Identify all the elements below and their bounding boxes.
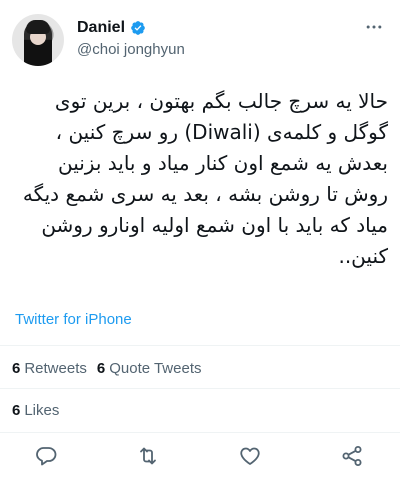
quote-tweets-count: 6 <box>96 360 106 377</box>
likes-stats-row: 6 Likes <box>12 402 65 419</box>
likes-stat[interactable]: 6 Likes <box>12 402 59 419</box>
tweet-text: حالا یه سرچ جالب بگم بهتون ، برین توی گو… <box>22 89 388 268</box>
tweet-actions-bar <box>0 440 400 472</box>
tweet-header: Daniel @choi jonghyun <box>0 0 400 74</box>
likes-count: 6 <box>12 402 21 419</box>
retweet-stats-row: 6 Retweets 6 Quote Tweets <box>12 360 208 377</box>
divider <box>0 432 400 433</box>
quote-tweets-stat[interactable]: 6 Quote Tweets <box>97 360 202 377</box>
retweets-count: 6 <box>12 360 21 377</box>
avatar[interactable] <box>12 14 64 66</box>
heart-icon[interactable] <box>238 444 262 468</box>
more-options-icon[interactable] <box>364 17 384 37</box>
divider <box>0 388 400 389</box>
likes-label: Likes <box>24 402 60 419</box>
quote-tweets-label: Quote Tweets <box>109 360 202 377</box>
author-name-row[interactable]: Daniel <box>77 19 146 37</box>
retweets-stat[interactable]: 6 Retweets <box>12 360 87 377</box>
retweets-label: Retweets <box>24 360 87 377</box>
tweet-detail: Daniel @choi jonghyun حالا یه سرچ جالب ب… <box>0 0 400 482</box>
author-name[interactable]: Daniel <box>77 19 125 37</box>
divider <box>0 345 400 346</box>
reply-icon[interactable] <box>34 444 58 468</box>
avatar-hair <box>26 20 50 34</box>
tweet-source-link[interactable]: Twitter for iPhone <box>15 311 132 328</box>
author-handle[interactable]: @choi jonghyun <box>77 41 185 58</box>
share-icon[interactable] <box>340 444 364 468</box>
verified-badge-icon <box>130 20 146 36</box>
retweet-icon[interactable] <box>136 444 160 468</box>
